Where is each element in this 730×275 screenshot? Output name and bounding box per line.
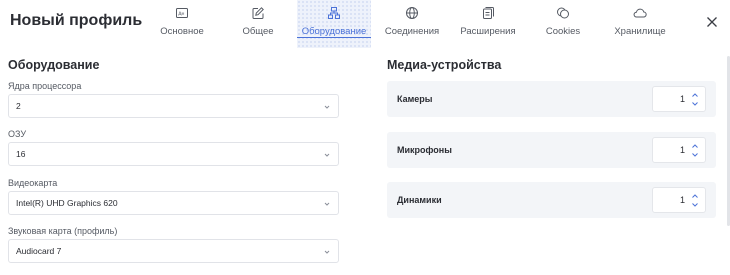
cpu-value: 2: [16, 101, 21, 111]
chevron-down-icon: [324, 202, 330, 206]
tab-general[interactable]: Общее: [228, 0, 288, 48]
tab-label: Cookies: [545, 26, 581, 37]
cpu-label: Ядра процессора: [8, 81, 82, 91]
chevron-down-icon: [324, 153, 330, 157]
hardware-section-title: Оборудование: [8, 58, 100, 72]
tab-connections[interactable]: Соединения: [380, 0, 444, 48]
media-section-title: Медиа-устройства: [387, 58, 502, 72]
close-icon: [707, 17, 717, 27]
microphones-value: 1: [679, 145, 685, 155]
media-row-cameras: Камеры 1: [387, 81, 716, 117]
chevron-up-icon[interactable]: [691, 143, 699, 149]
ram-label: ОЗУ: [8, 129, 27, 139]
id-card-icon: A≡: [175, 6, 189, 20]
audio-label: Звуковая карта (профиль): [8, 226, 118, 236]
tab-cookies[interactable]: Cookies: [538, 0, 588, 48]
speakers-stepper[interactable]: 1: [652, 187, 706, 213]
speakers-label: Динамики: [397, 195, 442, 205]
globe-icon: [405, 6, 419, 20]
tab-label: Общее: [242, 26, 274, 37]
tab-label: Основное: [160, 26, 204, 37]
tab-storage[interactable]: Хранилище: [608, 0, 672, 48]
chevron-up-icon[interactable]: [691, 92, 699, 98]
window-title: Новый профиль: [10, 12, 143, 29]
gpu-value: Intel(R) UHD Graphics 620: [16, 198, 118, 208]
chevron-down-icon[interactable]: [691, 152, 699, 158]
svg-text:A≡: A≡: [178, 12, 184, 18]
tab-label: Хранилище: [614, 26, 666, 37]
audio-value: Audiocard 7: [16, 246, 62, 256]
microphones-stepper[interactable]: 1: [652, 137, 706, 163]
cameras-stepper[interactable]: 1: [652, 86, 706, 112]
media-row-microphones: Микрофоны 1: [387, 132, 716, 168]
ram-value: 16: [16, 149, 26, 159]
chevron-up-icon[interactable]: [691, 193, 699, 199]
header: Новый профиль A≡ Основное Общее Оборудов…: [0, 0, 730, 48]
ram-select[interactable]: 16: [8, 142, 339, 166]
audio-select[interactable]: Audiocard 7: [8, 239, 339, 263]
chevron-down-icon[interactable]: [691, 202, 699, 208]
tab-basic[interactable]: A≡ Основное: [150, 0, 214, 48]
gpu-select[interactable]: Intel(R) UHD Graphics 620: [8, 191, 339, 215]
edit-icon: [251, 6, 265, 20]
chevron-down-icon: [324, 105, 330, 109]
extensions-icon: [481, 6, 495, 20]
cameras-value: 1: [679, 94, 685, 104]
cpu-select[interactable]: 2: [8, 94, 339, 118]
gpu-label: Видеокарта: [8, 178, 58, 188]
hardware-icon: [327, 6, 341, 20]
chevron-down-icon: [324, 250, 330, 254]
tab-label: Оборудование: [301, 26, 367, 37]
tab-hardware[interactable]: Оборудование: [297, 0, 371, 48]
close-button[interactable]: [704, 14, 720, 30]
cloud-icon: [633, 6, 647, 20]
microphones-label: Микрофоны: [397, 145, 452, 155]
speakers-value: 1: [679, 195, 685, 205]
cameras-label: Камеры: [397, 94, 433, 104]
tab-label: Расширения: [460, 26, 516, 37]
chevron-down-icon[interactable]: [691, 101, 699, 107]
media-row-speakers: Динамики 1: [387, 182, 716, 218]
tab-extensions[interactable]: Расширения: [456, 0, 520, 48]
cookies-icon: [556, 6, 570, 20]
tab-label: Соединения: [384, 26, 440, 37]
